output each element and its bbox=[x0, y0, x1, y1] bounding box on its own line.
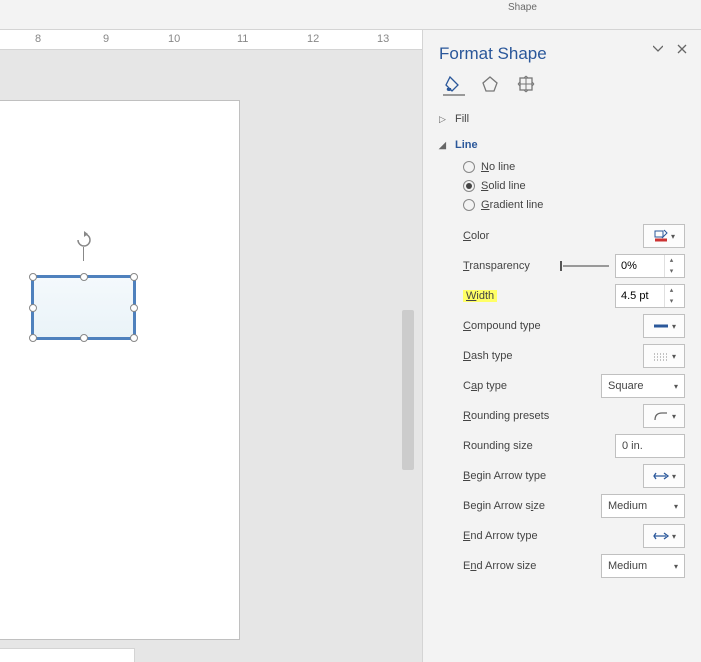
color-picker-button[interactable]: ▾ bbox=[643, 224, 685, 248]
width-value[interactable] bbox=[616, 290, 664, 302]
format-shape-panel: Format Shape ▷ Fill bbox=[422, 30, 701, 662]
transparency-slider[interactable] bbox=[563, 265, 609, 267]
compound-type-label: Compound type bbox=[463, 320, 541, 332]
transparency-label: Transparency bbox=[463, 260, 530, 272]
rotation-stem bbox=[83, 247, 84, 261]
radio-no-line-label: No line bbox=[481, 161, 515, 173]
end-arrow-type-label: End Arrow type bbox=[463, 530, 538, 542]
spin-up-icon[interactable]: ▴ bbox=[665, 255, 678, 266]
resize-handle[interactable] bbox=[29, 273, 37, 281]
radio-gradient-line-label: Gradient line bbox=[481, 199, 543, 211]
radio-gradient-line[interactable]: Gradient line bbox=[463, 199, 685, 211]
section-line-label: Line bbox=[455, 139, 478, 152]
begin-arrow-type-label: Begin Arrow type bbox=[463, 470, 546, 482]
ruler-mark: 11 bbox=[237, 33, 248, 45]
radio-icon bbox=[463, 199, 475, 211]
panel-tabs bbox=[443, 74, 685, 96]
transparency-value[interactable] bbox=[616, 260, 664, 272]
section-fill[interactable]: ▷ Fill bbox=[439, 110, 685, 128]
cap-type-value: Square bbox=[608, 380, 643, 392]
spin-up-icon[interactable]: ▴ bbox=[665, 285, 678, 296]
rounding-size-input[interactable]: 0 in. bbox=[615, 434, 685, 458]
tab-effects-icon[interactable] bbox=[479, 74, 501, 96]
dash-type-button[interactable]: ▾ bbox=[643, 344, 685, 368]
section-fill-label: Fill bbox=[455, 113, 469, 125]
tab-fill-line-icon[interactable] bbox=[443, 74, 465, 96]
width-input[interactable]: ▴▾ bbox=[615, 284, 685, 308]
resize-handle[interactable] bbox=[29, 334, 37, 342]
spin-down-icon[interactable]: ▾ bbox=[665, 266, 678, 277]
begin-arrow-size-label: Begin Arrow size bbox=[463, 500, 545, 512]
resize-handle[interactable] bbox=[80, 273, 88, 281]
tab-size-icon[interactable] bbox=[515, 74, 537, 96]
resize-handle[interactable] bbox=[80, 334, 88, 342]
panel-title: Format Shape bbox=[439, 44, 685, 64]
section-line[interactable]: ◢ Line bbox=[439, 136, 685, 155]
spin-down-icon[interactable]: ▾ bbox=[665, 296, 678, 307]
radio-solid-line-label: Solid line bbox=[481, 180, 526, 192]
end-arrow-size-value: Medium bbox=[608, 560, 647, 572]
rounding-size-value: 0 in. bbox=[622, 440, 643, 452]
rounding-size-label: Rounding size bbox=[463, 440, 533, 452]
resize-handle[interactable] bbox=[29, 304, 37, 312]
ruler-mark: 12 bbox=[307, 33, 319, 45]
radio-no-line[interactable]: No line bbox=[463, 161, 685, 173]
status-bar-fragment bbox=[0, 648, 135, 662]
color-label: Color bbox=[463, 230, 489, 242]
end-arrow-size-select[interactable]: Medium ▾ bbox=[601, 554, 685, 578]
radio-solid-line[interactable]: Solid line bbox=[463, 180, 685, 192]
width-label: Width bbox=[463, 290, 497, 302]
resize-handle[interactable] bbox=[130, 304, 138, 312]
chevron-right-icon: ▷ bbox=[439, 114, 449, 125]
ribbon-group-labels: Shape hape Styles Arrange Editing bbox=[0, 0, 701, 30]
page-canvas[interactable] bbox=[0, 100, 240, 640]
end-arrow-type-button[interactable]: ▾ bbox=[643, 524, 685, 548]
document-area: 8 9 10 11 12 13 bbox=[0, 30, 422, 662]
close-icon[interactable] bbox=[677, 44, 687, 57]
shape-label: Shape bbox=[508, 2, 537, 13]
ruler-mark: 9 bbox=[103, 33, 109, 45]
dash-type-label: Dash type bbox=[463, 350, 513, 362]
selected-shape[interactable] bbox=[31, 231, 136, 340]
begin-arrow-type-button[interactable]: ▾ bbox=[643, 464, 685, 488]
horizontal-ruler: 8 9 10 11 12 13 bbox=[0, 30, 422, 50]
ruler-mark: 13 bbox=[377, 33, 389, 45]
vertical-scrollbar[interactable] bbox=[402, 310, 414, 470]
compound-type-button[interactable]: ▾ bbox=[643, 314, 685, 338]
begin-arrow-size-select[interactable]: Medium ▾ bbox=[601, 494, 685, 518]
end-arrow-size-label: End Arrow size bbox=[463, 560, 536, 572]
radio-icon bbox=[463, 161, 475, 173]
rounding-presets-label: Rounding presets bbox=[463, 410, 549, 422]
rounding-presets-button[interactable]: ▾ bbox=[643, 404, 685, 428]
panel-options-icon[interactable] bbox=[653, 44, 663, 57]
ruler-mark: 10 bbox=[168, 33, 180, 45]
radio-icon bbox=[463, 180, 475, 192]
rectangle-shape[interactable] bbox=[31, 275, 136, 340]
cap-type-label: Cap type bbox=[463, 380, 507, 392]
ruler-mark: 8 bbox=[35, 33, 41, 45]
transparency-input[interactable]: ▴▾ bbox=[615, 254, 685, 278]
resize-handle[interactable] bbox=[130, 334, 138, 342]
chevron-down-icon: ◢ bbox=[439, 140, 449, 151]
resize-handle[interactable] bbox=[130, 273, 138, 281]
begin-arrow-size-value: Medium bbox=[608, 500, 647, 512]
cap-type-select[interactable]: Square ▾ bbox=[601, 374, 685, 398]
